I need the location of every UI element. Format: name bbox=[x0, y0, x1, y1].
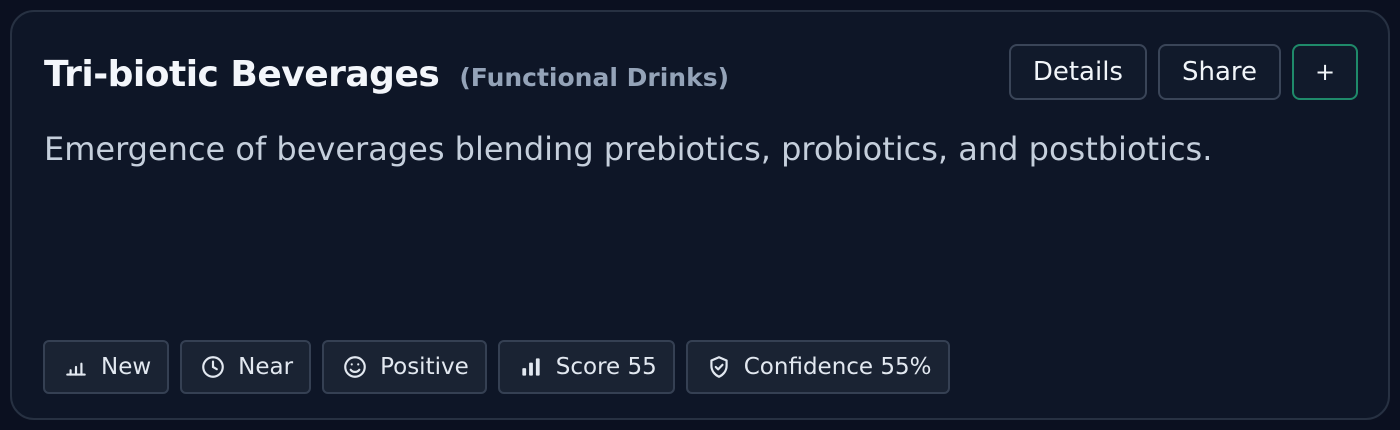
card-actions: Details Share + bbox=[1008, 44, 1358, 100]
trend-description: Emergence of beverages blending prebioti… bbox=[44, 130, 1213, 168]
status-tag: New bbox=[43, 340, 170, 394]
score-tag-label: Score 55 bbox=[555, 354, 657, 380]
add-button[interactable]: + bbox=[1292, 44, 1358, 100]
status-tag-label: New bbox=[101, 354, 152, 380]
trend-card: Tri-biotic Beverages (Functional Drinks)… bbox=[10, 10, 1390, 420]
horizon-tag: Near bbox=[180, 340, 312, 394]
smiley-icon bbox=[342, 354, 368, 380]
confidence-tag: Confidence 55% bbox=[685, 340, 950, 394]
sentiment-tag: Positive bbox=[322, 340, 487, 394]
score-tag: Score 55 bbox=[497, 340, 675, 394]
confidence-tag-label: Confidence 55% bbox=[743, 354, 932, 380]
bar-chart-small-icon bbox=[63, 354, 89, 380]
share-button[interactable]: Share bbox=[1157, 44, 1281, 100]
details-button[interactable]: Details bbox=[1008, 44, 1147, 100]
trend-title: Tri-biotic Beverages bbox=[44, 54, 440, 95]
bar-chart-icon bbox=[518, 354, 544, 380]
horizon-tag-label: Near bbox=[238, 354, 294, 380]
card-title: Tri-biotic Beverages (Functional Drinks) bbox=[44, 54, 729, 95]
shield-check-icon bbox=[706, 354, 732, 380]
trend-category: (Functional Drinks) bbox=[459, 63, 730, 92]
sentiment-tag-label: Positive bbox=[380, 354, 469, 380]
tag-list: New Near Positive Score 55 Confidence 55… bbox=[43, 340, 950, 394]
clock-icon bbox=[200, 354, 226, 380]
